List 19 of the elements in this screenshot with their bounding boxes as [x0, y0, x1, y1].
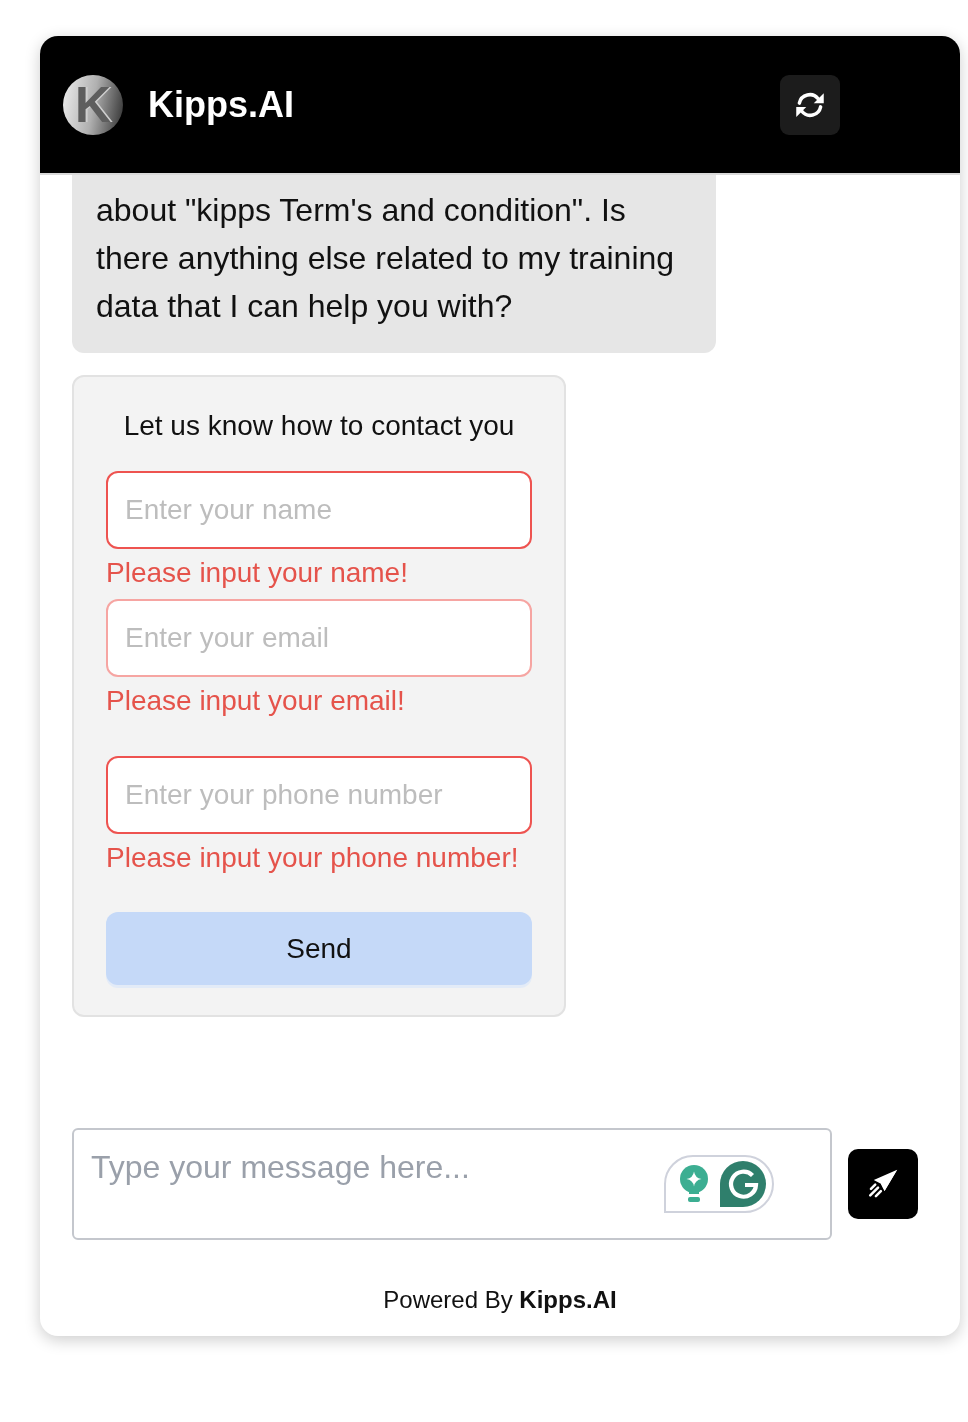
error-message: Please input your name! [106, 556, 409, 590]
refresh-button[interactable] [780, 74, 840, 135]
phone-field[interactable]: Enter your phone number [106, 756, 532, 834]
send-message-button[interactable] [848, 1149, 918, 1219]
send-button[interactable]: Send [106, 912, 532, 985]
bot-message: about "kipps Term's and condition". Is there anything else related to my training data that I can help you with? [72, 175, 716, 353]
writing-assistant-badge[interactable] [664, 1155, 774, 1213]
form-title: Let us know how to contact you [122, 411, 516, 441]
brand-logo: K [63, 74, 123, 135]
g-logo-icon [720, 1161, 766, 1207]
message-input[interactable]: Type your message here... [72, 1128, 832, 1240]
refresh-icon [795, 90, 825, 119]
error-message: Please input your phone number! [106, 841, 520, 875]
lightbulb-icon [678, 1165, 710, 1203]
chat-title: Kipps.AI [148, 86, 294, 123]
name-field[interactable]: Enter your name [106, 471, 532, 549]
error-message: Please input your email! [106, 684, 406, 718]
email-field[interactable]: Enter your email [106, 599, 532, 677]
powered-by-text: Powered By Kipps.AI [382, 1286, 618, 1314]
